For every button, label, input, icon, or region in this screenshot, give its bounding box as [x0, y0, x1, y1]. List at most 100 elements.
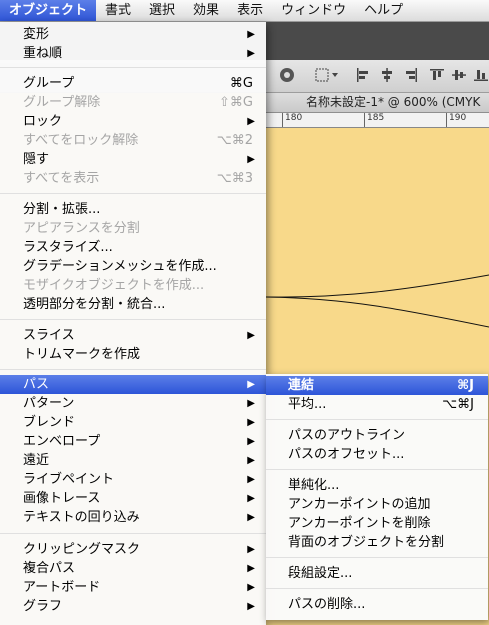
- menubar-window[interactable]: ウィンドウ: [272, 0, 355, 21]
- menu-item-envelope[interactable]: エンベロープ ▶: [0, 432, 266, 451]
- submenu-item-offset-path[interactable]: パスのオフセット...: [266, 445, 488, 464]
- menubar: オブジェクト 書式 選択 効果 表示 ウィンドウ ヘルプ: [0, 0, 489, 22]
- submenu-item-outline-stroke[interactable]: パスのアウトライン: [266, 426, 488, 445]
- submenu-item-average[interactable]: 平均... ⌥⌘J: [266, 395, 488, 414]
- submenu-item-split-into-grid[interactable]: 段組設定...: [266, 564, 488, 583]
- submenu-item-label: アンカーポイントの追加: [288, 497, 431, 512]
- menu-item-label: 隠す: [23, 152, 50, 167]
- menu-item-pattern[interactable]: パターン ▶: [0, 394, 266, 413]
- align-top-icon[interactable]: [430, 66, 444, 84]
- menubar-select[interactable]: 選択: [140, 0, 184, 21]
- submenu-item-simplify[interactable]: 単純化...: [266, 476, 488, 495]
- menu-item-label: トリムマークを作成: [23, 347, 141, 362]
- menu-item-slice[interactable]: スライス ▶: [0, 326, 266, 345]
- document-tab[interactable]: 名称未設定-1* @ 600% (CMYK: [266, 93, 489, 113]
- submenu-item-label: 背面のオブジェクトを分割: [288, 535, 445, 550]
- align-middle-icon[interactable]: [452, 66, 466, 84]
- menu-item-label: グループ解除: [23, 95, 101, 110]
- submenu-arrow-icon: ▶: [247, 582, 255, 593]
- submenu-item-shortcut: ⌥⌘J: [442, 397, 474, 412]
- submenu-item-label: 平均...: [288, 397, 327, 412]
- menu-separator: [0, 193, 266, 194]
- menu-item-compound-path[interactable]: 複合パス ▶: [0, 559, 266, 578]
- submenu-arrow-icon: ▶: [247, 601, 255, 612]
- menu-item-label: テキストの回り込み: [23, 510, 140, 525]
- menu-item-transform[interactable]: 変形 ▶: [0, 25, 266, 44]
- menu-item-shortcut: ⌘G: [229, 76, 253, 91]
- menu-item-clipping-mask[interactable]: クリッピングマスク ▶: [0, 540, 266, 559]
- submenu-arrow-icon: ▶: [247, 116, 255, 127]
- globe-icon[interactable]: [278, 66, 296, 84]
- menu-separator: [0, 369, 266, 370]
- menu-item-label: グラフ: [23, 599, 63, 614]
- menu-item-perspective[interactable]: 遠近 ▶: [0, 451, 266, 470]
- menu-item-gradient-mesh[interactable]: グラデーションメッシュを作成...: [0, 257, 266, 276]
- submenu-arrow-icon: ▶: [247, 417, 255, 428]
- menu-item-label: スライス: [23, 328, 75, 343]
- submenu-item-clean-up[interactable]: パスの削除...: [266, 595, 488, 614]
- menu-item-label: 重ね順: [23, 46, 63, 61]
- submenu-item-remove-anchor-points[interactable]: アンカーポイントを削除: [266, 514, 488, 533]
- menu-item-trim-marks[interactable]: トリムマークを作成: [0, 345, 266, 364]
- submenu-arrow-icon: ▶: [247, 544, 255, 555]
- submenu-arrow-icon: ▶: [247, 330, 255, 341]
- align-right-icon[interactable]: [404, 66, 418, 84]
- menubar-type[interactable]: 書式: [96, 0, 140, 21]
- menu-item-hide[interactable]: 隠す ▶: [0, 150, 266, 169]
- menu-item-label: 複合パス: [23, 561, 76, 576]
- align-center-icon[interactable]: [380, 66, 394, 84]
- menu-item-text-wrap[interactable]: テキストの回り込み ▶: [0, 508, 266, 527]
- menu-item-image-trace[interactable]: 画像トレース ▶: [0, 489, 266, 508]
- menu-item-unlock-all[interactable]: すべてをロック解除 ⌥⌘2: [0, 131, 266, 150]
- ruler-tick: 190: [446, 113, 466, 127]
- menu-item-label: アートボード: [23, 580, 101, 595]
- menu-item-graph[interactable]: グラフ ▶: [0, 597, 266, 616]
- menu-item-show-all[interactable]: すべてを表示 ⌥⌘3: [0, 169, 266, 188]
- submenu-arrow-icon: ▶: [247, 474, 255, 485]
- menu-item-path[interactable]: パス ▶: [0, 375, 266, 394]
- submenu-arrow-icon: ▶: [247, 154, 255, 165]
- menu-item-label: ラスタライズ...: [23, 240, 113, 255]
- menu-item-artboards[interactable]: アートボード ▶: [0, 578, 266, 597]
- menu-item-flatten-transparency[interactable]: 透明部分を分割・統合...: [0, 295, 266, 314]
- menu-item-arrange[interactable]: 重ね順 ▶: [0, 44, 266, 63]
- menubar-help[interactable]: ヘルプ: [355, 0, 412, 21]
- menu-item-mosaic[interactable]: モザイクオブジェクトを作成...: [0, 276, 266, 295]
- menu-item-label: ライブペイント: [23, 472, 115, 487]
- menu-item-rasterize[interactable]: ラスタライズ...: [0, 238, 266, 257]
- menu-item-label: グループ: [23, 76, 75, 91]
- menu-item-label: クリッピングマスク: [23, 542, 141, 557]
- menu-item-blend[interactable]: ブレンド ▶: [0, 413, 266, 432]
- menu-item-lock[interactable]: ロック ▶: [0, 112, 266, 131]
- menu-item-shortcut: ⌥⌘2: [216, 133, 253, 148]
- artwork-path[interactable]: [266, 250, 489, 360]
- menu-item-expand[interactable]: 分割・拡張...: [0, 200, 266, 219]
- submenu-arrow-icon: ▶: [247, 48, 255, 59]
- submenu-item-join[interactable]: 連結 ⌘J: [266, 376, 488, 395]
- menu-item-ungroup[interactable]: グループ解除 ⇧⌘G: [0, 93, 266, 112]
- menu-item-expand-appearance[interactable]: アピアランスを分割: [0, 219, 266, 238]
- ruler-tick: 185: [364, 113, 384, 127]
- menu-separator: [266, 557, 488, 558]
- submenu-item-label: パスの削除...: [288, 597, 366, 612]
- submenu-item-divide-objects-below[interactable]: 背面のオブジェクトを分割: [266, 533, 488, 552]
- menu-item-label: ブレンド: [23, 415, 76, 430]
- align-bottom-icon[interactable]: [474, 66, 488, 84]
- menubar-object[interactable]: オブジェクト: [0, 0, 97, 21]
- menu-item-group[interactable]: グループ ⌘G: [0, 74, 266, 93]
- submenu-item-label: パスのオフセット...: [288, 447, 405, 462]
- document-tab-title: 名称未設定-1* @ 600% (CMYK: [306, 95, 481, 109]
- submenu-item-label: 連結: [288, 378, 315, 393]
- menubar-effect[interactable]: 効果: [184, 0, 228, 21]
- menu-item-label: すべてをロック解除: [23, 133, 139, 148]
- menu-item-label: 変形: [23, 27, 50, 42]
- menu-separator: [266, 419, 488, 420]
- menubar-view[interactable]: 表示: [228, 0, 272, 21]
- align-left-icon[interactable]: [356, 66, 370, 84]
- submenu-arrow-icon: ▶: [247, 29, 255, 40]
- transform-icon[interactable]: [314, 66, 340, 84]
- submenu-item-add-anchor-points[interactable]: アンカーポイントの追加: [266, 495, 488, 514]
- menu-item-live-paint[interactable]: ライブペイント ▶: [0, 470, 266, 489]
- submenu-item-label: パスのアウトライン: [288, 428, 406, 443]
- submenu-item-label: 単純化...: [288, 478, 340, 493]
